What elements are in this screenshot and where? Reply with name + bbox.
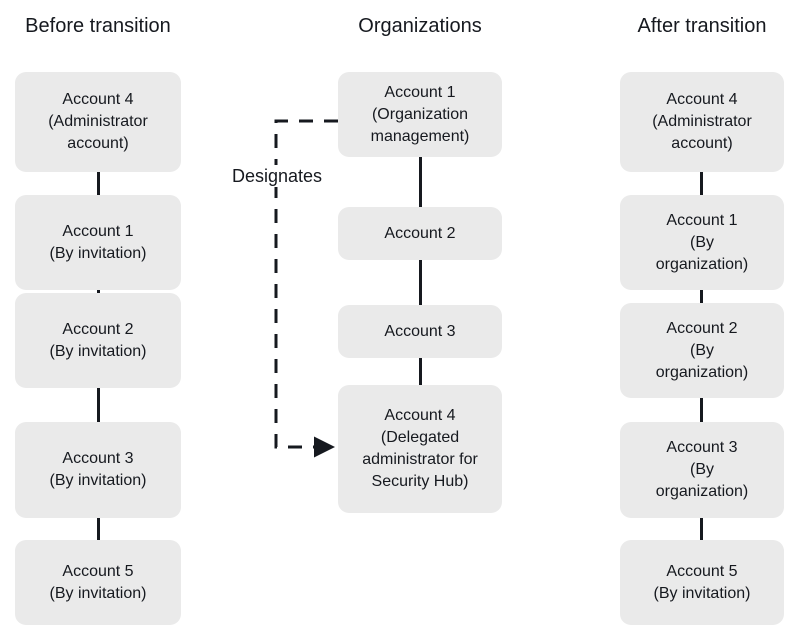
node-label: Account 4 (Delegated administrator for S… (362, 407, 478, 490)
connector-after-4-to-1 (700, 172, 703, 195)
node-label: Account 3 (By organization) (655, 439, 749, 500)
connector-before-4-to-1 (97, 172, 100, 195)
column-header-before-transition: Before transition (25, 15, 171, 37)
node-after-account-1: Account 1 (By organization) (620, 195, 784, 290)
node-label: Account 1 (By organization) (655, 211, 749, 273)
node-after-account-2: Account 2 (By organization) (620, 303, 784, 398)
node-label: Account 3 (384, 322, 456, 340)
node-label: Account 5 (By invitation) (653, 562, 751, 602)
node-before-account-3: Account 3 (By invitation) (15, 422, 181, 518)
node-label: Account 2 (384, 224, 456, 242)
node-label: Account 2 (By organization) (655, 319, 749, 381)
node-after-account-3: Account 3 (By organization) (620, 422, 784, 518)
node-label: Account 4 (Administrator account) (652, 91, 752, 152)
connector-before-2-to-3 (97, 388, 100, 422)
connector-before-3-to-5 (97, 518, 100, 540)
node-label: Account 2 (By invitation) (49, 320, 147, 360)
node-org-account-2: Account 2 (338, 207, 502, 260)
connector-org-2-to-3 (419, 260, 422, 305)
node-label: Account 1 (Organization management) (370, 83, 470, 145)
node-after-account-4: Account 4 (Administrator account) (620, 72, 784, 172)
column-header-organizations: Organizations (358, 15, 482, 37)
connector-org-1-to-2 (419, 157, 422, 207)
connector-org-3-to-4 (419, 358, 422, 385)
node-org-account-4: Account 4 (Delegated administrator for S… (338, 385, 502, 513)
connector-after-1-to-2 (700, 290, 703, 303)
node-after-account-5: Account 5 (By invitation) (620, 540, 784, 625)
designates-label: Designates (212, 165, 342, 187)
node-org-account-1: Account 1 (Organization management) (338, 72, 502, 157)
node-before-account-2: Account 2 (By invitation) (15, 293, 181, 388)
diagram-canvas: Before transition Organizations After tr… (0, 0, 793, 629)
node-label: Account 1 (By invitation) (49, 222, 147, 262)
node-label: Account 5 (By invitation) (49, 562, 147, 602)
node-org-account-3: Account 3 (338, 305, 502, 358)
column-header-after-transition: After transition (637, 15, 767, 37)
node-before-account-4: Account 4 (Administrator account) (15, 72, 181, 172)
node-before-account-1: Account 1 (By invitation) (15, 195, 181, 290)
node-label: Account 4 (Administrator account) (48, 91, 148, 152)
connector-after-2-to-3 (700, 398, 703, 422)
node-before-account-5: Account 5 (By invitation) (15, 540, 181, 625)
node-label: Account 3 (By invitation) (49, 450, 147, 489)
connector-after-3-to-5 (700, 518, 703, 540)
